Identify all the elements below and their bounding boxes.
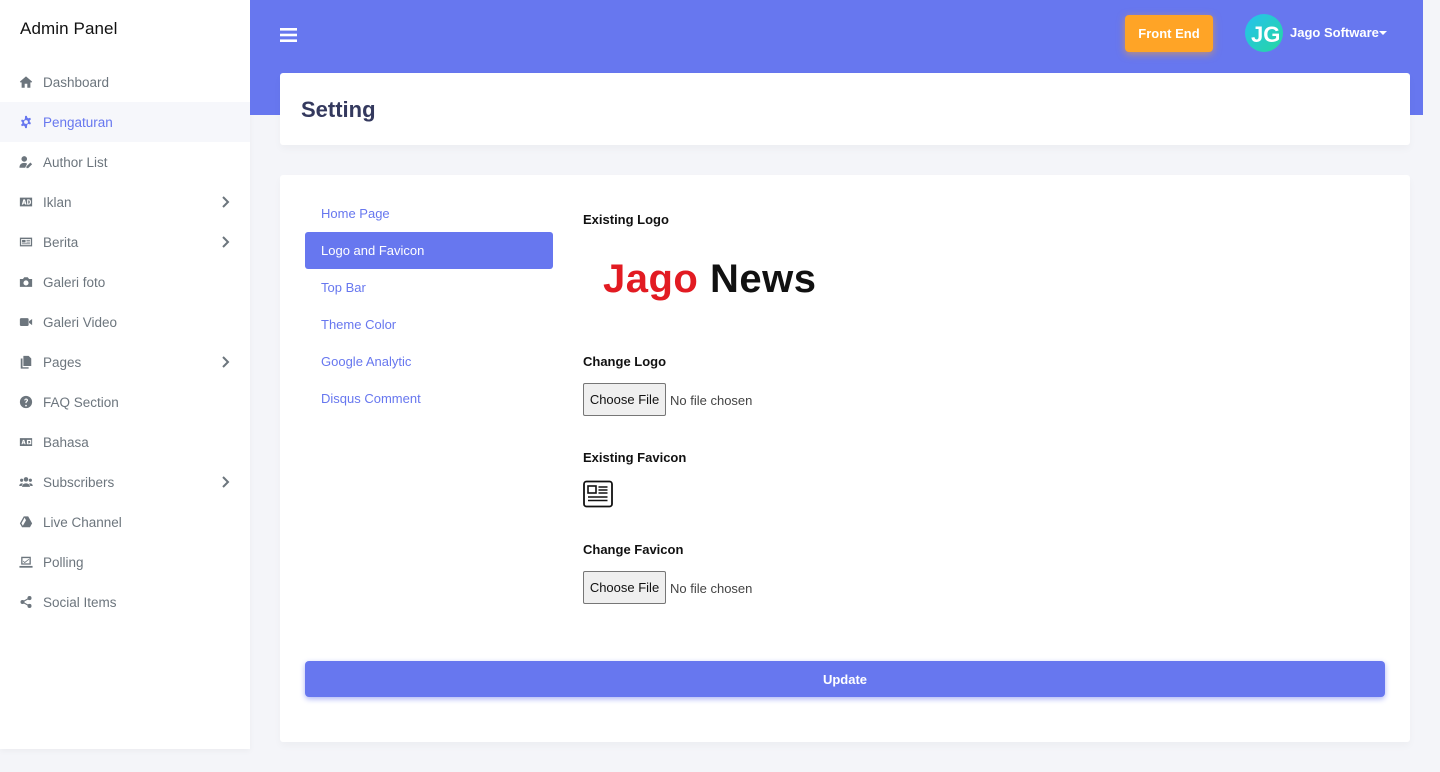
newspaper-icon [583, 480, 613, 508]
sidebar-item-bahasa[interactable]: Bahasa [0, 422, 250, 462]
sidebar-item-label: Polling [43, 554, 84, 570]
newspaper-icon [18, 234, 34, 250]
settings-card: Home Page Logo and Favicon Top Bar Theme… [280, 175, 1410, 742]
tab-home-page[interactable]: Home Page [305, 195, 553, 232]
existing-favicon-label: Existing Favicon [583, 450, 687, 465]
sidebar-item-label: Bahasa [43, 434, 89, 450]
camera-icon [18, 274, 34, 290]
sidebar-item-pages[interactable]: Pages [0, 342, 250, 382]
sidebar-item-subscribers[interactable]: Subscribers [0, 462, 250, 502]
existing-logo-label: Existing Logo [583, 212, 669, 227]
cog-icon [18, 114, 34, 130]
existing-logo-image: Jago News [603, 257, 816, 302]
sidebar-item-faq-section[interactable]: FAQ Section [0, 382, 250, 422]
chevron-right-icon [220, 475, 232, 489]
avatar-initials: JG [1251, 22, 1280, 47]
chevron-right-icon [220, 195, 232, 209]
logo-text-black: News [709, 257, 817, 301]
chevron-right-icon [220, 355, 232, 369]
sidebar-item-galeri-video[interactable]: Galeri Video [0, 302, 250, 342]
drive-icon [18, 514, 34, 530]
sidebar-item-social-items[interactable]: Social Items [0, 582, 250, 622]
tab-google-analytic[interactable]: Google Analytic [305, 343, 553, 380]
tab-logo-and-favicon[interactable]: Logo and Favicon [305, 232, 553, 269]
ad-icon [18, 194, 34, 210]
sidebar-item-label: Pages [43, 354, 82, 370]
user-name[interactable]: Jago Software [1290, 25, 1379, 40]
sidebar-item-iklan[interactable]: Iklan [0, 182, 250, 222]
update-button[interactable]: Update [305, 661, 1385, 697]
change-favicon-label: Change Favicon [583, 542, 684, 557]
copy-icon [18, 354, 34, 370]
language-icon [18, 434, 34, 450]
sidebar-item-author-list[interactable]: Author List [0, 142, 250, 182]
sidebar-item-label: Live Channel [43, 514, 122, 530]
sidebar: Admin Panel Dashboard Pengaturan Author … [0, 0, 250, 749]
change-favicon-file-status: No file chosen [670, 581, 753, 596]
change-logo-file-status: No file chosen [670, 393, 753, 408]
video-icon [18, 314, 34, 330]
users-icon [18, 474, 34, 490]
hamburger-icon[interactable] [280, 27, 298, 43]
brand-title[interactable]: Admin Panel [0, 0, 250, 62]
sidebar-item-label: Pengaturan [43, 114, 113, 130]
caret-down-icon[interactable] [1379, 31, 1387, 35]
home-icon [18, 74, 34, 90]
sidebar-item-label: Subscribers [43, 474, 115, 490]
page-title: Setting [301, 97, 376, 122]
change-logo-label: Change Logo [583, 354, 667, 369]
sidebar-item-galeri-foto[interactable]: Galeri foto [0, 262, 250, 302]
poll-icon [18, 554, 34, 570]
sidebar-item-label: Galeri foto [43, 274, 106, 290]
tab-theme-color[interactable]: Theme Color [305, 306, 553, 343]
logo-text-red: Jago [603, 257, 699, 301]
tab-top-bar[interactable]: Top Bar [305, 269, 553, 306]
change-favicon-file-button[interactable]: Choose File [583, 571, 666, 604]
chevron-right-icon [220, 235, 232, 249]
sidebar-item-label: Iklan [43, 194, 72, 210]
sidebar-item-label: Galeri Video [43, 314, 118, 330]
user-edit-icon [18, 154, 34, 170]
sidebar-item-label: Author List [43, 154, 108, 170]
sidebar-item-label: Berita [43, 234, 79, 250]
sidebar-item-label: FAQ Section [43, 394, 119, 410]
sidebar-item-live-channel[interactable]: Live Channel [0, 502, 250, 542]
front-end-button[interactable]: Front End [1125, 15, 1213, 52]
sidebar-item-label: Social Items [43, 594, 117, 610]
change-logo-file-button[interactable]: Choose File [583, 383, 666, 416]
sidebar-item-polling[interactable]: Polling [0, 542, 250, 582]
page-header: Setting [280, 73, 1410, 145]
avatar[interactable]: JG [1245, 14, 1283, 52]
sidebar-item-berita[interactable]: Berita [0, 222, 250, 262]
sidebar-item-pengaturan[interactable]: Pengaturan [0, 102, 250, 142]
question-circle-icon [18, 394, 34, 410]
sidebar-item-label: Dashboard [43, 74, 110, 90]
share-icon [18, 594, 34, 610]
sidebar-item-dashboard[interactable]: Dashboard [0, 62, 250, 102]
tab-disqus-comment[interactable]: Disqus Comment [305, 380, 553, 417]
